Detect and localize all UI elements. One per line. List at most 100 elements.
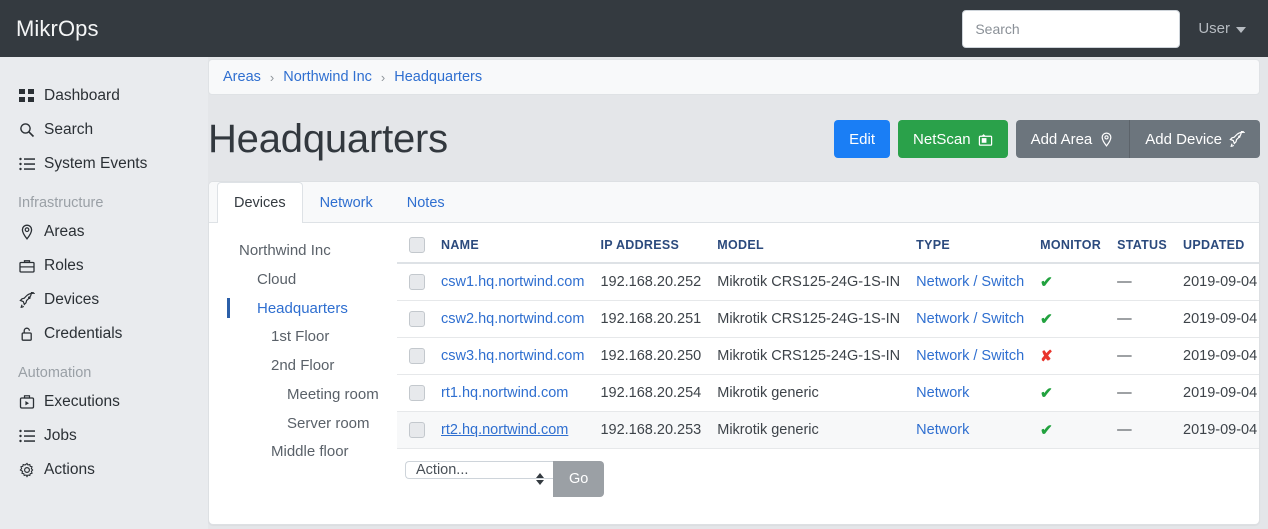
tree-node-server-room[interactable]: Server room (209, 410, 397, 439)
column-select-all (397, 231, 433, 264)
tree-node-2nd-floor[interactable]: 2nd Floor (209, 352, 397, 381)
cell-status: — (1109, 300, 1176, 338)
sidebar-item-label: Areas (44, 223, 85, 240)
tree-node-label: 1st Floor (271, 328, 330, 346)
sidebar-item-executions[interactable]: Executions (0, 385, 208, 419)
area-tree: Northwind Inc Cloud Headquarters 1st Flo… (209, 223, 397, 524)
column-monitor[interactable]: MONITOR (1032, 231, 1110, 264)
netscan-icon (978, 132, 993, 147)
column-updated[interactable]: UPDATED (1175, 231, 1259, 264)
column-type[interactable]: TYPE (908, 231, 1033, 264)
table-header-row: NAME IP ADDRESS MODEL TYPE MONITOR STATU… (397, 231, 1259, 264)
row-checkbox-cell (397, 263, 433, 301)
tab-network[interactable]: Network (303, 182, 390, 223)
page-action-buttons: Edit NetScan Add Area Add Device (834, 120, 1260, 158)
type-link[interactable]: Network (916, 422, 969, 438)
breadcrumb-item-northwind-inc[interactable]: Northwind Inc (283, 69, 372, 85)
edit-button[interactable]: Edit (834, 120, 891, 158)
column-model[interactable]: MODEL (709, 231, 909, 264)
sidebar-item-credentials[interactable]: Credentials (0, 317, 208, 351)
sidebar-item-dashboard[interactable]: Dashboard (0, 79, 208, 113)
device-link[interactable]: rt2.hq.nortwind.com (441, 422, 568, 438)
sidebar-item-roles[interactable]: Roles (0, 249, 208, 283)
sidebar-item-devices[interactable]: Devices (0, 283, 208, 317)
select-all-checkbox[interactable] (409, 237, 425, 253)
page-title: Headquarters (208, 117, 448, 161)
monitor-ok-icon: ✔ (1040, 274, 1053, 291)
device-link[interactable]: csw1.hq.nortwind.com (441, 274, 584, 290)
sidebar-item-actions[interactable]: Actions (0, 453, 208, 487)
column-name[interactable]: NAME (433, 231, 593, 264)
row-checkbox[interactable] (409, 422, 425, 438)
cell-model: Mikrotik CRS125-24G-1S-IN (709, 300, 909, 338)
search-input[interactable] (962, 9, 1181, 48)
tree-node-headquarters[interactable]: Headquarters (209, 295, 397, 324)
device-link[interactable]: csw2.hq.nortwind.com (441, 311, 584, 327)
card-tabs: Devices Network Notes (209, 182, 1259, 223)
table-row[interactable]: csw3.hq.nortwind.com 192.168.20.250 Mikr… (397, 337, 1259, 375)
row-checkbox[interactable] (409, 274, 425, 290)
tree-node-meeting-room[interactable]: Meeting room (209, 381, 397, 410)
breadcrumb-item-headquarters[interactable]: Headquarters (394, 69, 482, 85)
map-pin-icon (18, 224, 35, 241)
briefcase-icon (18, 258, 35, 275)
cell-status: — (1109, 374, 1176, 412)
table-body: csw1.hq.nortwind.com 192.168.20.252 Mikr… (397, 263, 1259, 449)
action-select-box: Action... (405, 461, 553, 497)
type-link[interactable]: Network / Switch (916, 274, 1024, 290)
tree-node-middle-floor[interactable]: Middle floor (209, 438, 397, 467)
row-checkbox[interactable] (409, 385, 425, 401)
column-status[interactable]: STATUS (1109, 231, 1176, 264)
cell-model: Mikrotik CRS125-24G-1S-IN (709, 337, 909, 375)
add-device-button[interactable]: Add Device (1130, 120, 1260, 158)
netscan-button[interactable]: NetScan (898, 120, 1008, 158)
column-ip-address[interactable]: IP ADDRESS (592, 231, 710, 264)
row-checkbox[interactable] (409, 311, 425, 327)
sidebar-item-jobs[interactable]: Jobs (0, 419, 208, 453)
monitor-fail-icon: ✘ (1040, 348, 1053, 365)
cell-monitor: ✘ (1032, 337, 1110, 375)
table-row[interactable]: csw1.hq.nortwind.com 192.168.20.252 Mikr… (397, 263, 1259, 301)
breadcrumb-item-areas[interactable]: Areas (223, 69, 261, 85)
type-link[interactable]: Network / Switch (916, 311, 1024, 327)
add-area-button[interactable]: Add Area (1015, 120, 1131, 158)
add-area-button-label: Add Area (1030, 130, 1093, 148)
devices-card: Devices Network Notes Northwind Inc Clou… (208, 181, 1260, 525)
cell-type: Network (908, 411, 1033, 449)
table-row[interactable]: csw2.hq.nortwind.com 192.168.20.251 Mikr… (397, 300, 1259, 338)
add-button-group: Add Area Add Device (1015, 120, 1260, 158)
tab-notes[interactable]: Notes (390, 182, 462, 223)
edit-button-label: Edit (849, 130, 876, 148)
tab-devices[interactable]: Devices (217, 182, 303, 223)
row-checkbox-cell (397, 337, 433, 375)
go-button[interactable]: Go (553, 461, 605, 497)
search-icon (18, 122, 35, 139)
cell-model: Mikrotik generic (709, 374, 909, 412)
sidebar-item-system-events[interactable]: System Events (0, 147, 208, 181)
tree-node-northwind-inc[interactable]: Northwind Inc (209, 237, 397, 266)
table-row[interactable]: rt1.hq.nortwind.com 192.168.20.254 Mikro… (397, 374, 1259, 412)
type-link[interactable]: Network (916, 385, 969, 401)
device-link[interactable]: csw3.hq.nortwind.com (441, 348, 584, 364)
sidebar-item-search[interactable]: Search (0, 113, 208, 147)
row-checkbox[interactable] (409, 348, 425, 364)
table-row[interactable]: rt2.hq.nortwind.com 192.168.20.253 Mikro… (397, 411, 1259, 449)
action-select[interactable]: Action... (405, 461, 553, 479)
tree-node-cloud[interactable]: Cloud (209, 266, 397, 295)
type-link[interactable]: Network / Switch (916, 348, 1024, 364)
devices-table: NAME IP ADDRESS MODEL TYPE MONITOR STATU… (397, 231, 1259, 449)
add-device-button-label: Add Device (1145, 130, 1222, 148)
cell-type: Network / Switch (908, 300, 1033, 338)
tree-node-1st-floor[interactable]: 1st Floor (209, 323, 397, 352)
tree-node-label: Server room (287, 414, 370, 432)
user-menu[interactable]: User (1198, 20, 1246, 37)
chevron-down-icon (1236, 26, 1246, 33)
sidebar-item-areas[interactable]: Areas (0, 215, 208, 249)
device-link[interactable]: rt1.hq.nortwind.com (441, 385, 568, 401)
monitor-ok-icon: ✔ (1040, 385, 1053, 402)
monitor-ok-icon: ✔ (1040, 311, 1053, 328)
app-brand[interactable]: MikrOps (16, 16, 99, 42)
devices-table-wrap: NAME IP ADDRESS MODEL TYPE MONITOR STATU… (397, 223, 1259, 524)
cell-name: csw3.hq.nortwind.com (433, 337, 593, 375)
cell-monitor: ✔ (1032, 411, 1110, 449)
